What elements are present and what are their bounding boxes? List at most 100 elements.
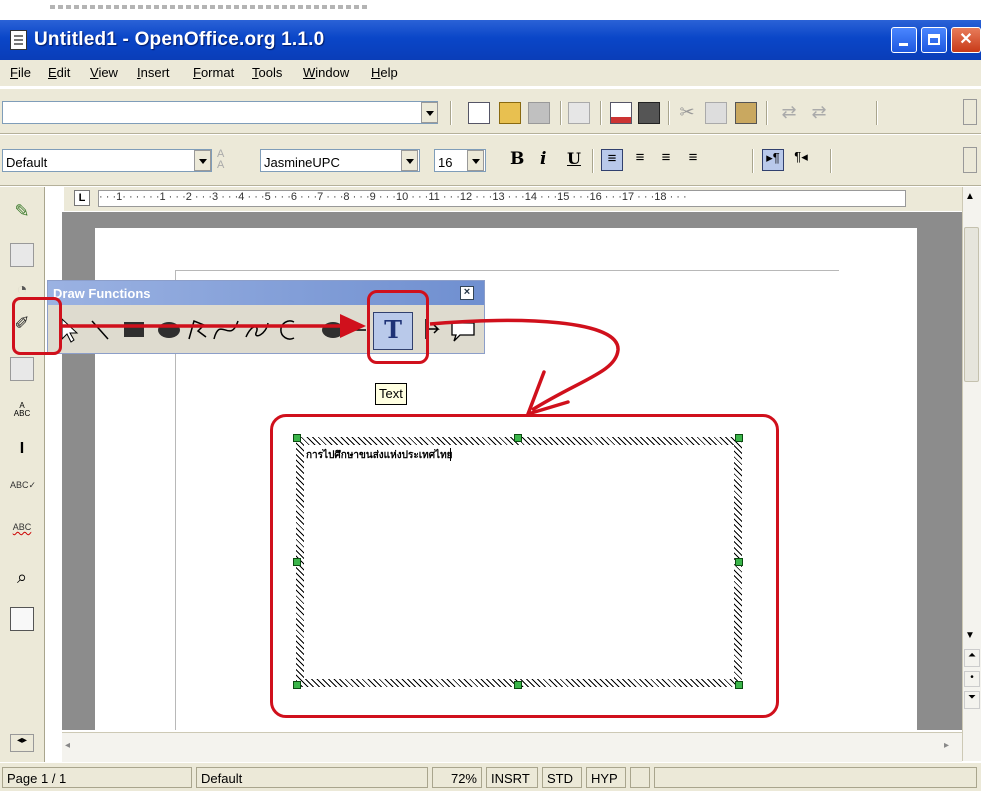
vertical-scrollbar[interactable]: ▲ ▼ ⏶ • ⏷ (962, 187, 981, 761)
status-bar: Page 1 / 1 Default 72% INSRT STD HYP (0, 762, 981, 791)
italic-button[interactable]: i (540, 149, 546, 169)
previous-page-icon[interactable]: ⏶ (964, 649, 980, 667)
next-page-icon[interactable]: ⏷ (964, 691, 980, 709)
spellcheck-icon[interactable]: ABC✓ (10, 480, 36, 504)
edit-file-icon[interactable] (468, 102, 490, 124)
toolbar-separator (560, 101, 562, 125)
horizontal-scrollbar[interactable]: ◂ ▸ (62, 732, 962, 762)
menu-file[interactable]: File (10, 65, 31, 80)
ellipse-pie-icon[interactable] (322, 322, 344, 338)
url-input[interactable] (2, 101, 438, 124)
toolbar-scroll-icon[interactable]: ◂▸ (10, 734, 34, 752)
cut-icon[interactable]: ✂ (676, 102, 698, 124)
ellipse-icon[interactable] (158, 322, 180, 338)
toolbar-separator (752, 149, 754, 173)
scroll-thumb[interactable] (964, 227, 979, 382)
navigator-icon[interactable]: • (964, 671, 980, 687)
ltr-text-icon[interactable]: ▸¶ (762, 149, 784, 171)
close-icon[interactable]: × (460, 286, 474, 300)
redo-icon[interactable]: ⇄ (808, 102, 830, 124)
close-button[interactable]: ✕ (951, 27, 981, 53)
app-document-icon[interactable] (10, 30, 27, 50)
insert-fields-icon[interactable] (10, 243, 34, 267)
menu-window[interactable]: Window (303, 65, 349, 80)
menu-edit[interactable]: Edit (48, 65, 70, 80)
toolbar-separator (600, 101, 602, 125)
maximize-button[interactable] (921, 27, 947, 53)
paste-icon[interactable] (735, 102, 757, 124)
find-replace-icon[interactable]: ⌕ (10, 567, 34, 591)
status-selection-mode[interactable]: STD (542, 767, 582, 788)
toolbar-scroll-icon[interactable] (963, 99, 977, 125)
menu-insert[interactable]: Insert (137, 65, 170, 80)
open-file-icon[interactable] (499, 102, 521, 124)
tab-type-icon[interactable]: L (74, 190, 90, 206)
font-name-select[interactable]: JasmineUPC (260, 149, 420, 172)
draw-functions-title: Draw Functions (53, 286, 151, 301)
select-icon[interactable] (61, 317, 79, 343)
main-toolbar: ✎ ◔ ✐ A ABC I ABC✓ ABC ⌕ ◂▸ (0, 187, 45, 762)
status-insert-mode[interactable]: INSRT (486, 767, 538, 788)
top-strip (0, 0, 981, 20)
style-dropdown-button[interactable] (194, 150, 211, 171)
edit-autotext-icon[interactable]: A ABC (10, 402, 34, 426)
bold-button[interactable]: B (510, 149, 524, 169)
toolbar-separator (668, 101, 670, 125)
align-left-icon[interactable]: ≡ (601, 149, 623, 171)
size-dropdown-button[interactable] (467, 150, 484, 171)
copy-icon[interactable] (705, 102, 727, 124)
curve-icon[interactable] (213, 320, 239, 340)
edit-mode-icon[interactable] (568, 102, 590, 124)
minimize-icon (892, 28, 916, 52)
justify-icon[interactable]: ≡ (682, 149, 704, 171)
menu-tools[interactable]: Tools (252, 65, 282, 80)
status-modified (630, 767, 650, 788)
window-title: Untitled1 - OpenOffice.org 1.1.0 (34, 29, 325, 50)
rectangle-icon[interactable] (124, 322, 144, 337)
toolbar-scroll-icon[interactable] (963, 147, 977, 173)
function-bar: ✂ ⇄ ⇄ (0, 88, 981, 134)
underline-button[interactable]: U (567, 149, 581, 168)
paragraph-style-select[interactable]: Default (2, 149, 212, 172)
url-dropdown-button[interactable] (421, 102, 438, 123)
line-icon[interactable] (91, 320, 109, 340)
status-hyperlink-mode[interactable]: HYP (586, 767, 626, 788)
toolbar-separator (592, 149, 594, 173)
scroll-down-icon[interactable]: ▼ (965, 630, 975, 641)
font-effects-icon[interactable]: AA (217, 149, 239, 171)
minimize-button[interactable] (891, 27, 917, 53)
scroll-up-icon[interactable]: ▲ (965, 191, 975, 202)
toolbar-separator (766, 101, 768, 125)
menu-view[interactable]: View (90, 65, 118, 80)
auto-spellcheck-icon[interactable]: ABC (10, 522, 34, 546)
callout-icon[interactable] (451, 322, 475, 342)
polygon-icon[interactable] (188, 319, 207, 340)
align-right-icon[interactable]: ≡ (655, 149, 677, 171)
title-bar: Untitled1 - OpenOffice.org 1.1.0 (0, 20, 981, 60)
text-cursor-icon[interactable]: I (10, 440, 34, 464)
print-icon[interactable] (638, 102, 660, 124)
scroll-right-icon[interactable]: ▸ (944, 740, 949, 751)
undo-icon[interactable]: ⇄ (778, 102, 800, 124)
rtl-text-icon[interactable]: ¶◂ (790, 149, 812, 171)
menu-format[interactable]: Format (193, 65, 234, 80)
save-document-icon[interactable] (528, 102, 550, 124)
freeform-icon[interactable] (245, 322, 269, 338)
horizontal-ruler[interactable]: · · ·1· · · · · ·1 · · ·2 · · ·3 · · ·4 … (98, 190, 906, 207)
export-pdf-icon[interactable] (610, 102, 632, 124)
object-bar: Default AA JasmineUPC 16 B i U ≡ ≡ ≡ ≡ ▸… (0, 134, 981, 186)
highlight-text-tool (367, 290, 429, 364)
partial-text-strip (50, 5, 370, 9)
data-sources-icon[interactable] (10, 607, 34, 631)
arc-icon[interactable] (280, 320, 295, 340)
align-center-icon[interactable]: ≡ (629, 149, 651, 171)
insert-icon[interactable]: ✎ (10, 201, 34, 225)
font-dropdown-button[interactable] (401, 150, 418, 171)
status-zoom[interactable]: 72% (432, 767, 482, 788)
highlight-draw-functions-button (12, 297, 62, 355)
toolbar-separator (830, 149, 832, 173)
scroll-left-icon[interactable]: ◂ (65, 740, 70, 751)
status-info (654, 767, 977, 788)
menu-help[interactable]: Help (371, 65, 398, 80)
form-functions-icon[interactable] (10, 357, 34, 381)
